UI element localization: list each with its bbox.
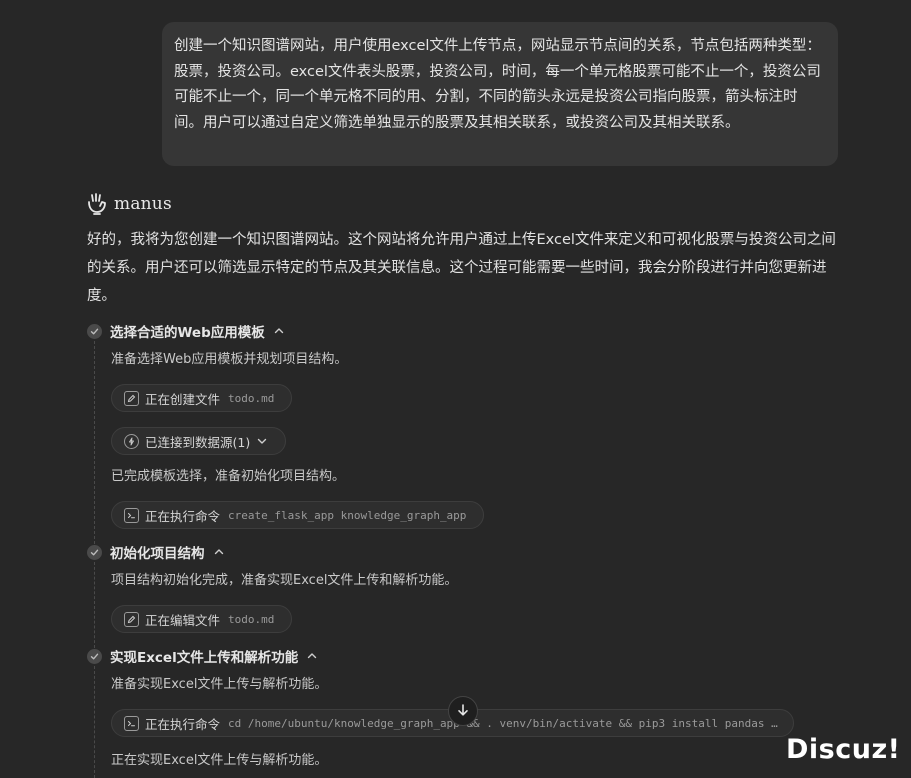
action-command: cd /home/ubuntu/knowledge_graph_app && .… <box>228 716 778 730</box>
timeline-connector <box>94 666 95 778</box>
action-label: 正在执行命令 <box>145 508 221 524</box>
step-header[interactable]: 初始化项目结构 <box>87 542 225 562</box>
action-label: 正在编辑文件 <box>145 612 221 628</box>
manus-logo-icon <box>86 192 108 216</box>
scroll-to-bottom-button[interactable] <box>448 696 478 726</box>
chevron-up-icon[interactable] <box>273 325 285 337</box>
terminal-icon <box>124 507 139 523</box>
user-message-bubble: 创建一个知识图谱网站，用户使用excel文件上传节点，网站显示节点间的关系，节点… <box>162 22 838 166</box>
action-file: todo.md <box>228 612 275 626</box>
action-pill[interactable]: 正在执行命令 create_flask_app knowledge_graph_… <box>111 501 484 529</box>
edit-icon <box>124 390 139 406</box>
action-command: create_flask_app knowledge_graph_app <box>228 508 467 522</box>
chevron-up-icon[interactable] <box>306 650 318 662</box>
edit-icon <box>124 611 139 627</box>
step-header[interactable]: 实现Excel文件上传和解析功能 <box>87 646 318 666</box>
user-message-text: 创建一个知识图谱网站，用户使用excel文件上传节点，网站显示节点间的关系，节点… <box>174 38 821 131</box>
step-note: 正在实现Excel文件上传与解析功能。 <box>111 753 328 768</box>
check-icon <box>87 648 102 664</box>
watermark: Discuz! <box>786 734 901 765</box>
data-source-pill[interactable]: 已连接到数据源(1) <box>111 427 286 455</box>
assistant-intro-text: 好的，我将为您创建一个知识图谱网站。这个网站将允许用户通过上传Excel文件来定… <box>87 232 836 304</box>
assistant-header: manus <box>86 190 172 218</box>
step-title: 选择合适的Web应用模板 <box>110 325 265 341</box>
step-note: 准备选择Web应用模板并规划项目结构。 <box>111 352 348 367</box>
step-title: 实现Excel文件上传和解析功能 <box>110 650 299 666</box>
terminal-icon <box>124 715 139 731</box>
check-icon <box>87 323 102 339</box>
assistant-name: manus <box>114 194 172 214</box>
step-title: 初始化项目结构 <box>110 546 205 562</box>
action-label: 已连接到数据源(1) <box>145 434 251 450</box>
step-note: 项目结构初始化完成，准备实现Excel文件上传和解析功能。 <box>111 573 458 588</box>
chevron-up-icon[interactable] <box>213 546 225 558</box>
check-icon <box>87 544 102 560</box>
arrow-down-icon <box>456 702 470 721</box>
step-note: 准备实现Excel文件上传与解析功能。 <box>111 677 328 692</box>
action-label: 正在创建文件 <box>145 391 221 407</box>
step-header[interactable]: 选择合适的Web应用模板 <box>87 321 285 341</box>
lightbulb-icon <box>124 433 139 449</box>
timeline-connector <box>94 562 95 648</box>
action-label: 正在执行命令 <box>145 716 221 732</box>
action-pill[interactable]: 正在编辑文件 todo.md <box>111 605 292 633</box>
action-file: todo.md <box>228 391 275 405</box>
chat-page: 创建一个知识图谱网站，用户使用excel文件上传节点，网站显示节点间的关系，节点… <box>0 0 911 778</box>
chevron-down-icon[interactable] <box>256 435 268 447</box>
action-pill[interactable]: 正在创建文件 todo.md <box>111 384 292 412</box>
step-note: 已完成模板选择，准备初始化项目结构。 <box>111 469 346 484</box>
timeline-connector <box>94 341 95 544</box>
